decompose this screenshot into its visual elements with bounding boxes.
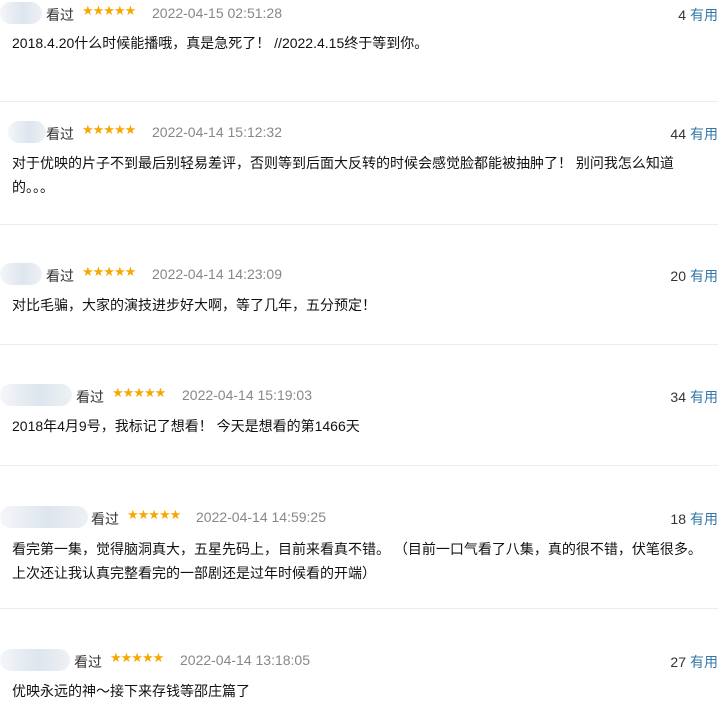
comment-text: 2018.4.20什么时候能播哦，真是急死了！ //2022.4.15终于等到你… bbox=[12, 35, 429, 51]
comment-text: 对于优映的片子不到最后别轻易差评，否则等到后面大反转的时候会感觉脸都能被抽肿了！… bbox=[12, 155, 674, 195]
comment-item: 看过 ★★★★★ 2022-04-14 14:59:25 18 有用 看完第一集，… bbox=[0, 466, 718, 609]
rating-stars-icon: ★★★★★ bbox=[110, 651, 164, 666]
vote-count-area: 27 有用 bbox=[670, 652, 718, 672]
comment-meta: 看过 ★★★★★ 2022-04-15 02:51:28 4 有用 bbox=[0, 2, 718, 24]
vote-count: 18 bbox=[670, 511, 686, 527]
comment-meta: 看过 ★★★★★ 2022-04-14 15:12:32 44 有用 bbox=[0, 121, 718, 143]
rating-stars-icon: ★★★★★ bbox=[127, 508, 181, 523]
vote-count: 34 bbox=[670, 389, 686, 405]
comment-meta: 看过 ★★★★★ 2022-04-14 13:18:05 27 有用 bbox=[0, 649, 718, 671]
user-avatar[interactable] bbox=[8, 121, 46, 143]
comment-item: 看过 ★★★★★ 2022-04-14 13:18:05 27 有用 优映永远的神… bbox=[0, 609, 718, 706]
rating-stars-icon: ★★★★★ bbox=[112, 386, 166, 401]
comment-text: 看完第一集，觉得脑洞真大，五星先码上，目前来看真不错。 （目前一口气看了八集，真… bbox=[12, 541, 702, 581]
watched-status: 看过 bbox=[74, 654, 102, 670]
user-avatar[interactable] bbox=[0, 384, 72, 406]
comment-item: 看过 ★★★★★ 2022-04-14 15:12:32 44 有用 对于优映的片… bbox=[0, 102, 718, 225]
vote-count: 4 bbox=[678, 7, 686, 23]
comment-time: 2022-04-14 13:18:05 bbox=[180, 652, 310, 668]
helpful-button[interactable]: 有用 bbox=[690, 268, 718, 284]
comment-list: 看过 ★★★★★ 2022-04-15 02:51:28 4 有用 2018.4.… bbox=[0, 0, 728, 706]
comment-time: 2022-04-14 15:12:32 bbox=[152, 124, 282, 140]
watched-status: 看过 bbox=[91, 511, 119, 527]
user-avatar[interactable] bbox=[0, 506, 88, 528]
comment-text: 优映永远的神～接下来存钱等邵庄篇了 bbox=[12, 683, 250, 699]
comment-meta: 看过 ★★★★★ 2022-04-14 14:59:25 18 有用 bbox=[0, 506, 718, 528]
rating-stars-icon: ★★★★★ bbox=[82, 123, 136, 138]
rating-stars-icon: ★★★★★ bbox=[82, 265, 136, 280]
user-avatar[interactable] bbox=[0, 649, 70, 671]
watched-status: 看过 bbox=[46, 7, 74, 23]
comment-time: 2022-04-14 14:59:25 bbox=[196, 509, 326, 525]
vote-count-area: 34 有用 bbox=[670, 387, 718, 407]
comment-text: 2018年4月9号，我标记了想看！ 今天是想看的第1466天 bbox=[12, 418, 360, 434]
comment-time: 2022-04-15 02:51:28 bbox=[152, 5, 282, 21]
comment-item: 看过 ★★★★★ 2022-04-15 02:51:28 4 有用 2018.4.… bbox=[0, 0, 718, 102]
vote-count-area: 20 有用 bbox=[670, 266, 718, 286]
comment-meta: 看过 ★★★★★ 2022-04-14 15:19:03 34 有用 bbox=[0, 384, 718, 406]
comment-time: 2022-04-14 15:19:03 bbox=[182, 387, 312, 403]
vote-count-area: 18 有用 bbox=[670, 509, 718, 529]
comment-text: 对比毛骗，大家的演技进步好大啊，等了几年，五分预定！ bbox=[12, 297, 376, 313]
vote-count: 44 bbox=[670, 126, 686, 142]
watched-status: 看过 bbox=[76, 389, 104, 405]
comment-item: 看过 ★★★★★ 2022-04-14 14:23:09 20 有用 对比毛骗，大… bbox=[0, 225, 718, 345]
user-avatar[interactable] bbox=[0, 263, 42, 285]
user-avatar[interactable] bbox=[0, 2, 42, 24]
helpful-button[interactable]: 有用 bbox=[690, 7, 718, 23]
vote-count-area: 4 有用 bbox=[678, 5, 718, 25]
rating-stars-icon: ★★★★★ bbox=[82, 4, 136, 19]
comment-time: 2022-04-14 14:23:09 bbox=[152, 266, 282, 282]
comment-meta: 看过 ★★★★★ 2022-04-14 14:23:09 20 有用 bbox=[0, 263, 718, 285]
comment-item: 看过 ★★★★★ 2022-04-14 15:19:03 34 有用 2018年4… bbox=[0, 345, 718, 466]
watched-status: 看过 bbox=[46, 126, 74, 142]
helpful-button[interactable]: 有用 bbox=[690, 126, 718, 142]
helpful-button[interactable]: 有用 bbox=[690, 654, 718, 670]
watched-status: 看过 bbox=[46, 268, 74, 284]
vote-count: 20 bbox=[670, 268, 686, 284]
helpful-button[interactable]: 有用 bbox=[690, 389, 718, 405]
vote-count-area: 44 有用 bbox=[670, 124, 718, 144]
vote-count: 27 bbox=[670, 654, 686, 670]
helpful-button[interactable]: 有用 bbox=[690, 511, 718, 527]
